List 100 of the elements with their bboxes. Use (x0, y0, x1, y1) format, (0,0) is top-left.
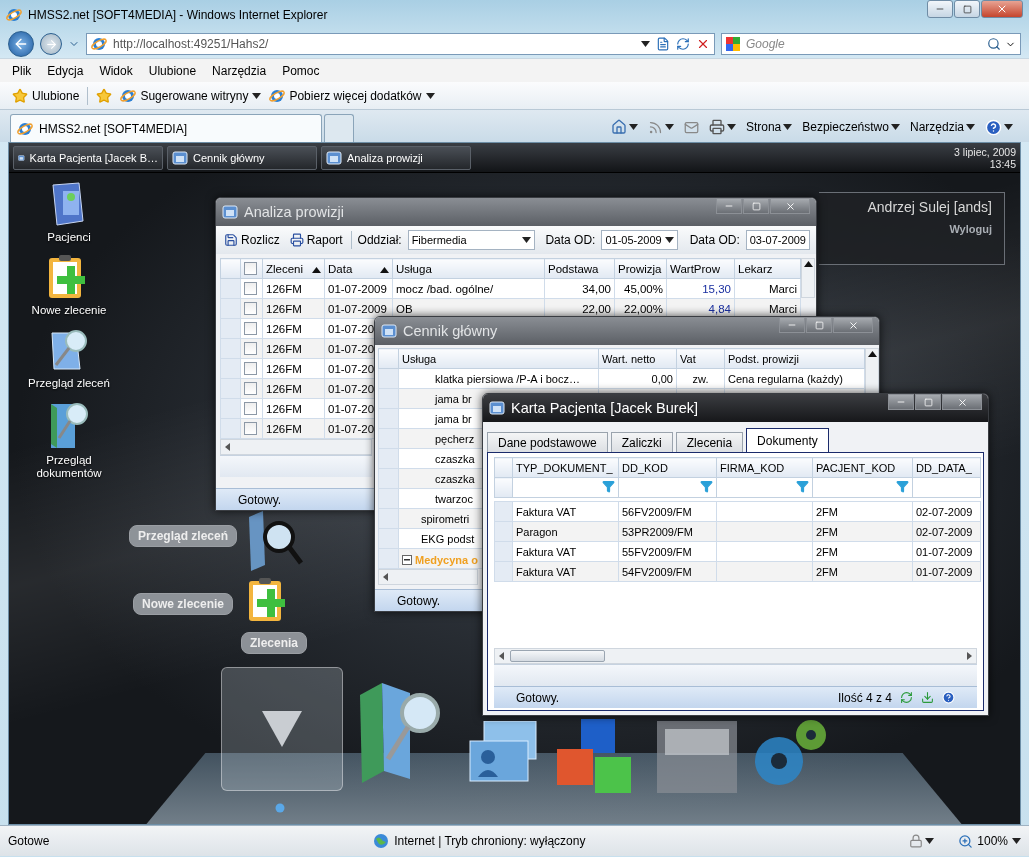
checkbox[interactable] (244, 302, 257, 316)
minimize-button[interactable] (716, 198, 742, 214)
refresh-icon[interactable] (900, 691, 913, 704)
back-button[interactable] (8, 31, 34, 57)
menu-item[interactable]: Narzędzia (212, 63, 267, 78)
address-field[interactable]: http://localhost:49251/Hahs2/ (86, 33, 715, 55)
filter-icon[interactable] (796, 480, 809, 493)
minimize-button[interactable] (779, 317, 805, 333)
taskbar-item[interactable]: Cennik główny (167, 145, 317, 170)
column-header[interactable]: Usługa (392, 258, 545, 279)
checkbox[interactable] (244, 262, 257, 276)
vertical-scrollbar[interactable] (801, 258, 815, 298)
checkbox[interactable] (244, 342, 257, 356)
column-header[interactable]: Usługa (398, 348, 599, 369)
maximize-button[interactable] (915, 394, 941, 410)
column-header[interactable]: Podstawa (544, 258, 615, 279)
settle-button[interactable]: Rozlicz (222, 233, 282, 247)
search-field[interactable]: Google (721, 33, 1021, 55)
close-button[interactable] (770, 198, 810, 214)
maximize-button[interactable] (954, 0, 980, 18)
collapse-icon[interactable] (402, 555, 412, 565)
menu-item[interactable]: Pomoc (282, 63, 320, 78)
table-cell: 01-07-20 (328, 382, 375, 395)
compatibility-icon[interactable] (656, 37, 670, 51)
column-header[interactable]: TYP_DOKUMENT_ (512, 457, 619, 478)
horizontal-scrollbar[interactable] (378, 569, 478, 585)
taskbar-item[interactable]: Analiza prowizji (321, 145, 471, 170)
column-header[interactable]: DD_KOD (618, 457, 717, 478)
date-field[interactable]: 01-05-2009 (601, 230, 678, 250)
checkbox[interactable] (244, 382, 257, 396)
home-button[interactable] (610, 119, 638, 135)
menu-item[interactable]: Ulubione (148, 63, 197, 78)
report-button[interactable]: Raport (287, 233, 345, 247)
column-header[interactable]: Wart. netto (598, 348, 677, 369)
group-label: Medycyna o (415, 554, 478, 566)
checkbox[interactable] (244, 422, 257, 436)
scroll-down-button[interactable] (221, 667, 343, 791)
command-menu[interactable]: Narzędzia (909, 120, 975, 134)
search-icon[interactable] (987, 37, 1001, 51)
tab[interactable]: Zlecenia (675, 432, 744, 452)
maximize-button[interactable] (806, 317, 832, 333)
column-header[interactable]: Data (324, 258, 393, 279)
column-header[interactable]: DD_DATA_ (912, 457, 981, 478)
column-header[interactable]: Vat (676, 348, 725, 369)
column-header[interactable]: Prowizja (614, 258, 667, 279)
filter-icon[interactable] (896, 480, 909, 493)
scroll-up-icon (867, 351, 877, 357)
print-button[interactable] (708, 119, 736, 135)
column-header[interactable]: Lekarz (734, 258, 801, 279)
close-button[interactable] (833, 317, 873, 333)
zoom-button[interactable]: 100% (958, 833, 1021, 849)
checkbox[interactable] (244, 282, 257, 296)
help-button[interactable] (985, 118, 1013, 136)
filter-icon[interactable] (602, 480, 615, 493)
filter-icon[interactable] (700, 480, 713, 493)
close-button[interactable] (981, 0, 1023, 18)
horizontal-scrollbar[interactable] (494, 648, 977, 664)
mail-icon[interactable] (683, 119, 699, 135)
maximize-button[interactable] (743, 198, 769, 214)
new-tab-button[interactable] (324, 114, 354, 142)
column-header[interactable]: Podst. prowizji (724, 348, 865, 369)
column-header[interactable]: FIRMA_KOD (716, 457, 813, 478)
feeds-button[interactable] (647, 119, 674, 135)
menu-item[interactable]: Plik (12, 63, 32, 78)
date-field[interactable]: 03-07-2009 (745, 230, 810, 250)
minimize-button[interactable] (927, 0, 953, 18)
help-icon[interactable] (942, 691, 955, 704)
browser-tab[interactable]: HMSS2.net [SOFT4MEDIA] (10, 114, 322, 142)
favorites-link[interactable]: Sugerowane witryny (120, 87, 262, 104)
column-header[interactable]: Zleceni (262, 258, 325, 279)
refresh-icon[interactable] (676, 37, 690, 51)
command-menu[interactable]: Strona (745, 120, 793, 134)
tab[interactable]: Dane podstawowe (487, 432, 608, 452)
checkbox[interactable] (244, 362, 257, 376)
favorites-link[interactable]: Pobierz więcej dodatków (269, 87, 435, 104)
branch-dropdown[interactable]: Fibermedia (407, 230, 536, 250)
logout-link[interactable]: Wyloguj (949, 223, 992, 235)
minimize-button[interactable] (888, 394, 914, 410)
favorites-button[interactable]: Ulubione (12, 87, 80, 104)
search-input[interactable]: Google (744, 36, 983, 52)
table-cell: 126FM (266, 342, 302, 355)
menu-item[interactable]: Widok (99, 63, 133, 78)
tab[interactable]: Zaliczki (610, 432, 673, 452)
column-header[interactable]: WartProw (666, 258, 735, 279)
close-button[interactable] (942, 394, 982, 410)
column-header[interactable]: PACJENT_KOD (812, 457, 913, 478)
command-menu[interactable]: Bezpieczeństwo (802, 120, 900, 134)
add-favorite-icon[interactable] (96, 87, 113, 104)
horizontal-scrollbar[interactable] (220, 439, 372, 455)
checkbox[interactable] (244, 322, 257, 336)
vertical-scrollbar[interactable] (865, 348, 879, 394)
menu-item[interactable]: Edycja (47, 63, 84, 78)
protected-mode-button[interactable] (909, 834, 935, 848)
time-text: 13:45 (989, 157, 1016, 170)
forward-button[interactable] (40, 33, 62, 55)
export-icon[interactable] (921, 691, 934, 704)
tab[interactable]: Dokumenty (746, 428, 829, 452)
checkbox[interactable] (244, 402, 257, 416)
taskbar-item[interactable]: Karta Pacjenta [Jacek B… (13, 145, 163, 170)
stop-icon[interactable] (696, 37, 710, 51)
